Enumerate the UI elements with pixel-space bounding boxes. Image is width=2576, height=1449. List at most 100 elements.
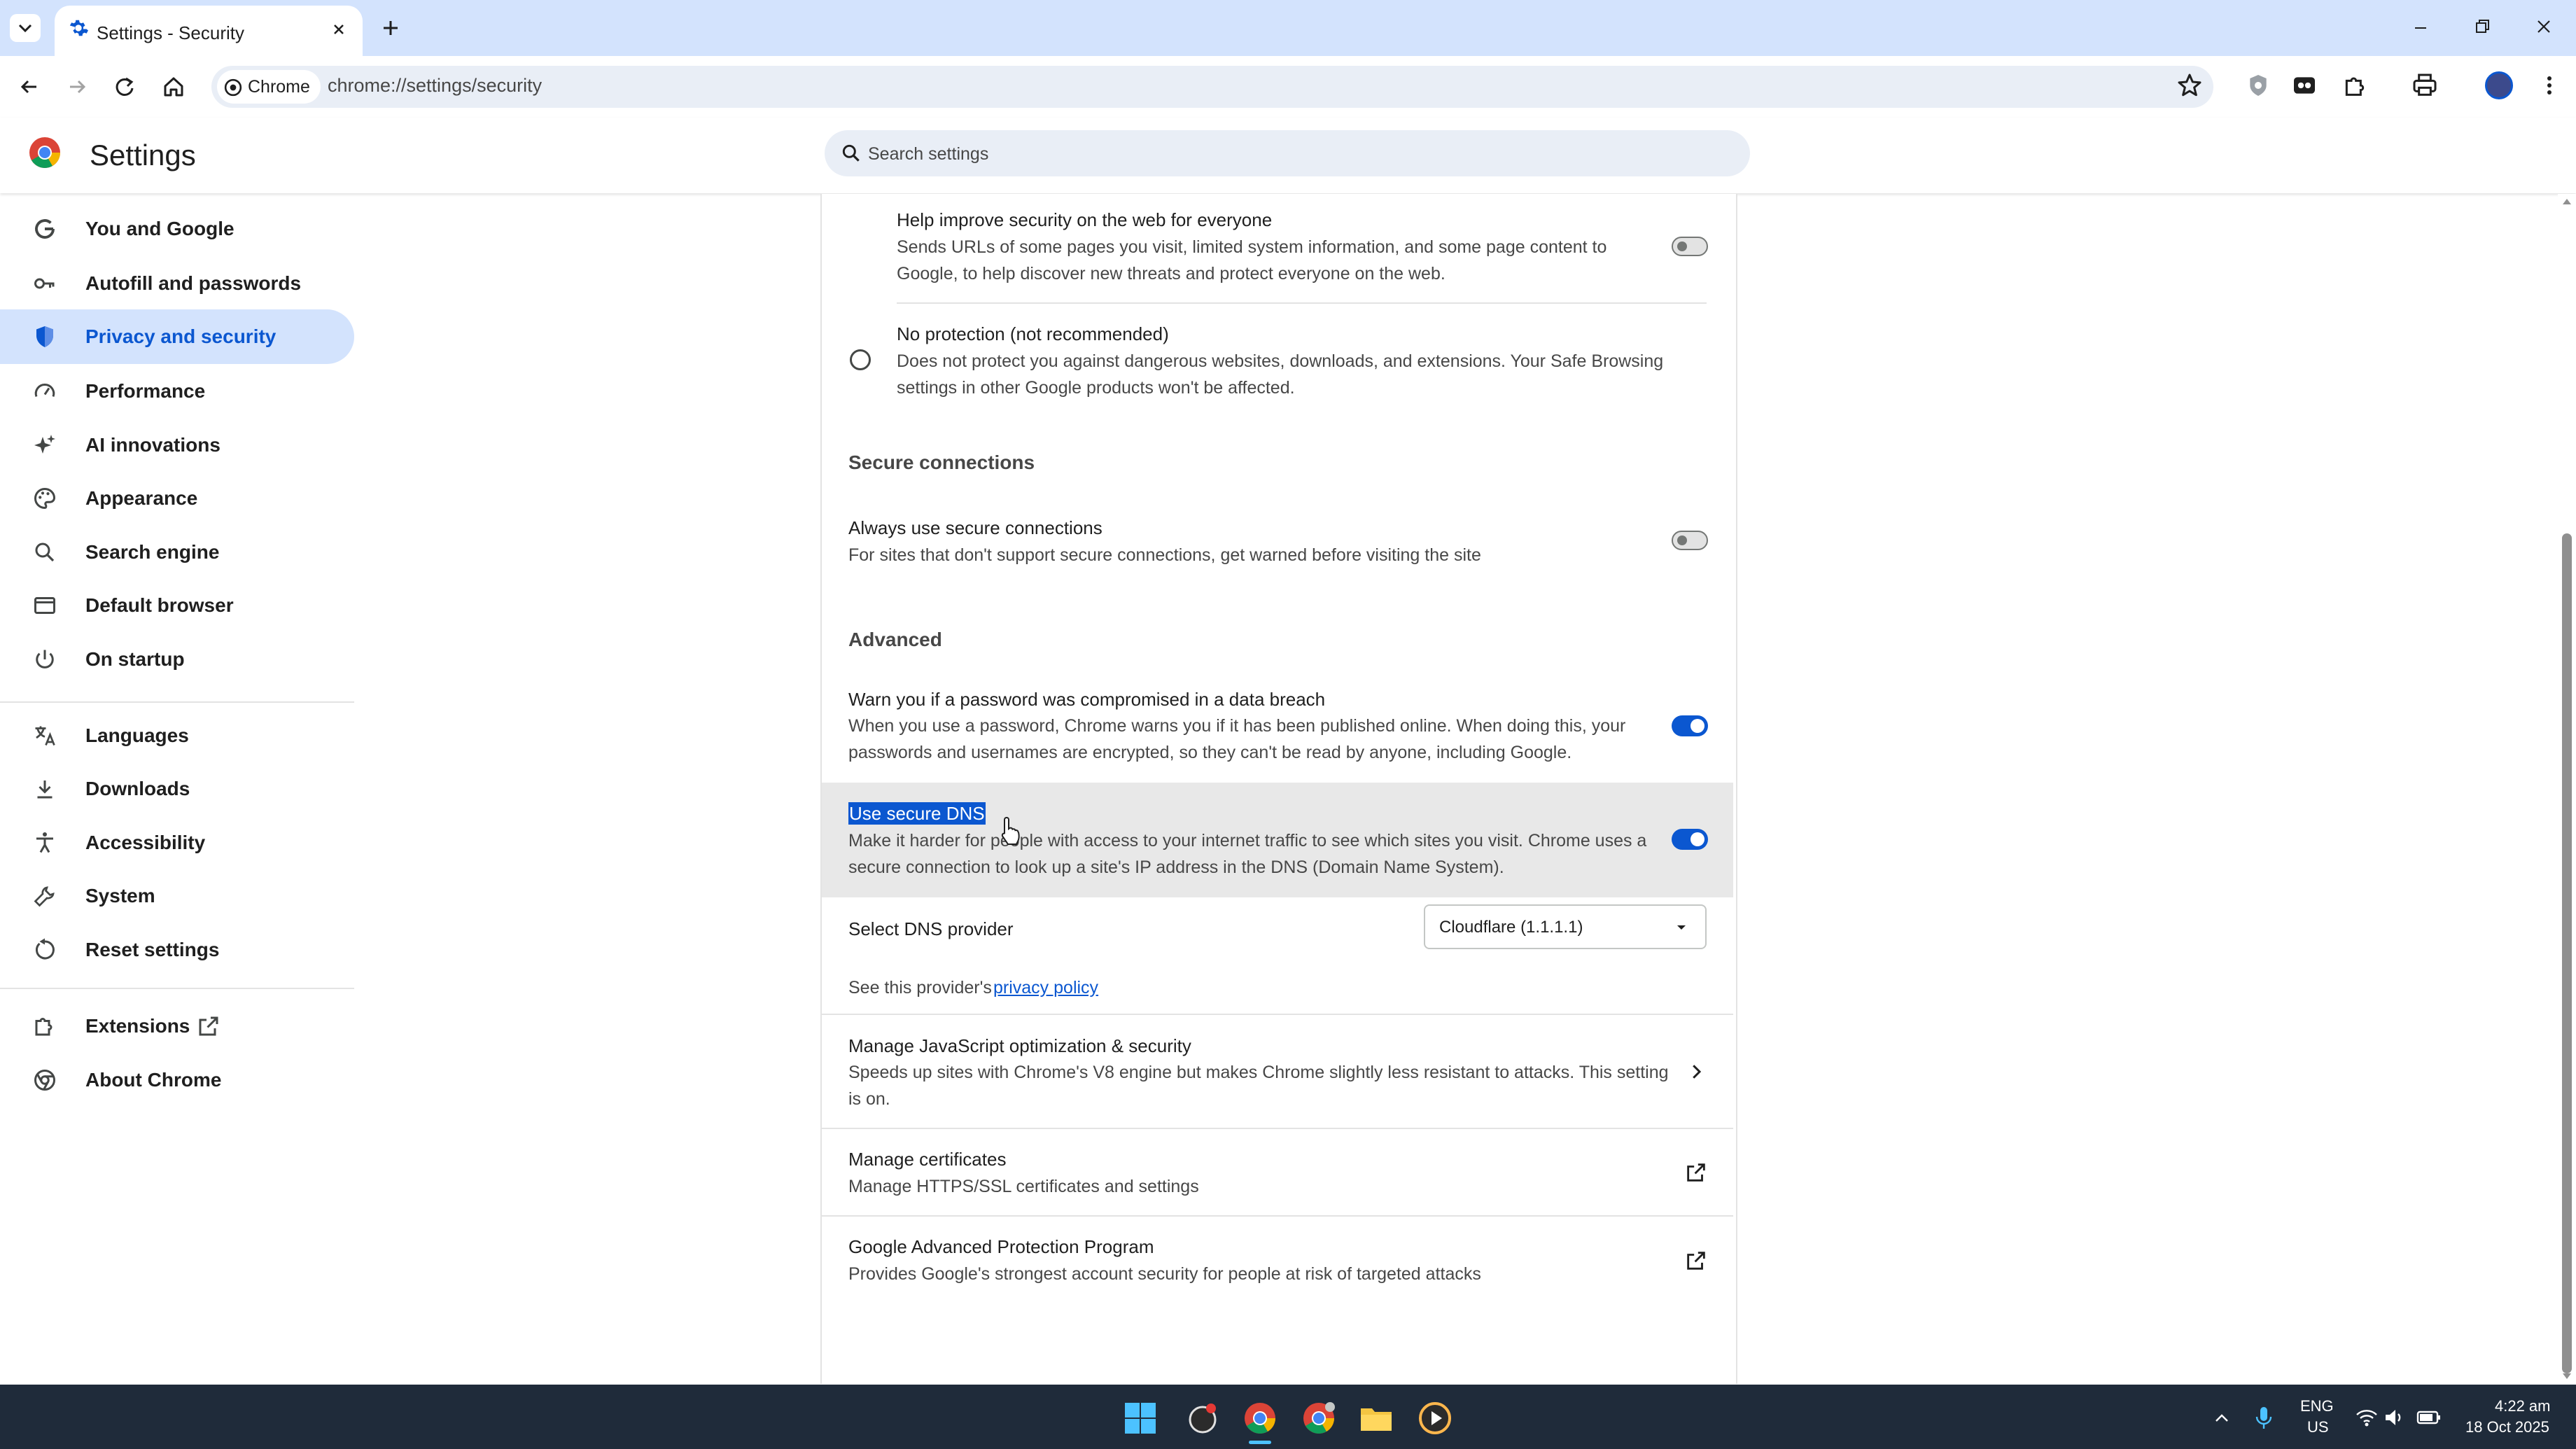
sidebar-item-downloads[interactable]: Downloads [0, 762, 354, 816]
no-protection-description: Does not protect you against dangerous w… [897, 351, 1664, 371]
sidebar-item-languages[interactable]: Languages [0, 708, 354, 763]
sidebar-item-accessibility[interactable]: Accessibility [0, 816, 354, 870]
sidebar-item-label: Performance [85, 380, 206, 402]
sidebar-item-search-engine[interactable]: Search engine [0, 525, 354, 580]
bookmark-star-icon[interactable] [2176, 71, 2204, 99]
active-app-indicator [1249, 1441, 1271, 1444]
sidebar-item-extensions[interactable]: Extensions [0, 999, 354, 1054]
sidebar-item-label: System [85, 885, 155, 906]
sidebar-item-label: Appearance [85, 487, 198, 509]
search-icon [842, 144, 860, 162]
dns-provider-select[interactable]: Cloudflare (1.1.1.1) [1424, 904, 1707, 949]
search-input[interactable]: Search settings [868, 144, 988, 164]
sidebar-item-you-and-google[interactable]: You and Google [0, 202, 354, 256]
help-improve-title: Help improve security on the web for eve… [897, 209, 1273, 230]
scroll-up-arrow-icon[interactable] [2561, 196, 2573, 207]
open-in-new-icon[interactable] [1684, 1161, 1708, 1184]
chevron-down-icon [18, 24, 32, 33]
taskbar-app-icon[interactable] [1186, 1401, 1219, 1435]
wifi-icon[interactable] [2355, 1407, 2379, 1428]
open-in-new-icon[interactable] [1684, 1249, 1708, 1273]
no-protection-radio[interactable] [850, 349, 871, 370]
forward-icon[interactable] [63, 73, 91, 101]
volume-icon[interactable] [2383, 1407, 2405, 1428]
sidebar-item-privacy[interactable]: Privacy and security [0, 309, 354, 364]
puzzle-icon [35, 1018, 52, 1036]
sidebar-item-default-browser[interactable]: Default browser [0, 578, 354, 633]
site-info-chip[interactable]: Chrome [217, 70, 321, 104]
media-player-icon[interactable] [1418, 1401, 1452, 1435]
sidebar-divider [0, 701, 354, 703]
profile-avatar[interactable] [2485, 71, 2513, 99]
tab-search-button[interactable] [10, 14, 41, 42]
sidebar-item-on-startup[interactable]: On startup [0, 632, 354, 687]
reset-icon [35, 938, 55, 960]
reload-icon[interactable] [111, 73, 139, 101]
scrollbar-thumb[interactable] [2562, 533, 2572, 1373]
shield-extension-icon[interactable] [2244, 71, 2272, 99]
clock-time[interactable]: 4:22 am [2495, 1397, 2551, 1415]
password-breach-toggle[interactable] [1672, 715, 1708, 736]
restore-icon[interactable] [2471, 15, 2493, 38]
tab-settings-security[interactable]: Settings - Security [55, 6, 363, 56]
back-icon[interactable] [15, 73, 43, 101]
google-icon [35, 219, 55, 239]
windows-start-icon[interactable] [1124, 1402, 1156, 1434]
no-protection-title: No protection (not recommended) [897, 323, 1169, 344]
secure-connections-heading: Secure connections [848, 451, 1035, 473]
power-icon [36, 650, 54, 668]
url-text[interactable]: chrome://settings/security [328, 75, 542, 96]
password-breach-description: When you use a password, Chrome warns yo… [848, 716, 1626, 736]
sidebar-item-performance[interactable]: Performance [0, 364, 354, 419]
print-icon[interactable] [2411, 71, 2439, 99]
battery-icon[interactable] [2416, 1408, 2442, 1427]
chrome-taskbar-icon[interactable] [1302, 1401, 1336, 1435]
help-improve-description-2: Google, to help discover new threats and… [897, 264, 1446, 284]
page-title: Settings [90, 139, 196, 172]
new-tab-icon[interactable] [379, 17, 402, 39]
no-protection-description-2: settings in other Google products won't … [897, 378, 1295, 398]
dns-provider-label: Select DNS provider [848, 918, 1014, 939]
gear-icon [69, 20, 88, 36]
sidebar-item-label: Downloads [85, 778, 190, 799]
extension-app-icon[interactable] [2290, 71, 2318, 99]
scroll-down-arrow-icon[interactable] [2561, 1371, 2573, 1382]
file-explorer-icon[interactable] [1359, 1403, 1393, 1434]
privacy-policy-link[interactable]: privacy policy [993, 974, 1098, 1001]
sidebar-item-about[interactable]: About Chrome [0, 1053, 354, 1107]
sidebar-item-reset[interactable]: Reset settings [0, 923, 354, 977]
sidebar-item-ai[interactable]: AI innovations [0, 418, 354, 472]
manage-certificates-row[interactable] [822, 1129, 1733, 1214]
sparkle-icon [34, 435, 55, 454]
clock-date[interactable]: 18 Oct 2025 [2465, 1418, 2549, 1436]
puzzle-extensions-icon[interactable] [2341, 71, 2369, 99]
microphone-icon[interactable] [2253, 1404, 2275, 1432]
more-menu-icon[interactable] [2535, 71, 2563, 99]
advanced-protection-row[interactable] [822, 1217, 1733, 1303]
search-settings-field[interactable]: Search settings [825, 130, 1750, 176]
secure-dns-title: Use secure DNS [848, 802, 986, 825]
advanced-heading: Advanced [848, 629, 942, 650]
key-icon [34, 278, 55, 289]
close-window-icon[interactable] [2533, 15, 2555, 38]
home-icon[interactable] [160, 73, 188, 101]
chrome-taskbar-icon[interactable] [1243, 1401, 1277, 1435]
manage-certificates-title: Manage certificates [848, 1149, 1007, 1170]
close-icon[interactable] [330, 21, 347, 38]
help-improve-toggle[interactable] [1672, 237, 1708, 256]
sidebar-item-autofill[interactable]: Autofill and passwords [0, 256, 354, 311]
always-secure-toggle[interactable] [1672, 531, 1708, 550]
chevron-right-icon [1693, 1065, 1702, 1079]
chevron-up-icon[interactable] [2211, 1407, 2233, 1429]
site-chip-label: Chrome [248, 77, 310, 97]
input-region[interactable]: US [2307, 1418, 2329, 1436]
manage-certificates-description: Manage HTTPS/SSL certificates and settin… [848, 1177, 1199, 1196]
sidebar-item-system[interactable]: System [0, 869, 354, 923]
minimize-icon[interactable] [2409, 17, 2432, 39]
chrome-icon [34, 1070, 55, 1091]
search-icon [35, 542, 55, 562]
secure-dns-toggle[interactable] [1672, 829, 1708, 850]
input-language[interactable]: ENG [2300, 1397, 2334, 1415]
secure-dns-description: Make it harder for people with access to… [848, 831, 1647, 850]
sidebar-item-appearance[interactable]: Appearance [0, 471, 354, 526]
